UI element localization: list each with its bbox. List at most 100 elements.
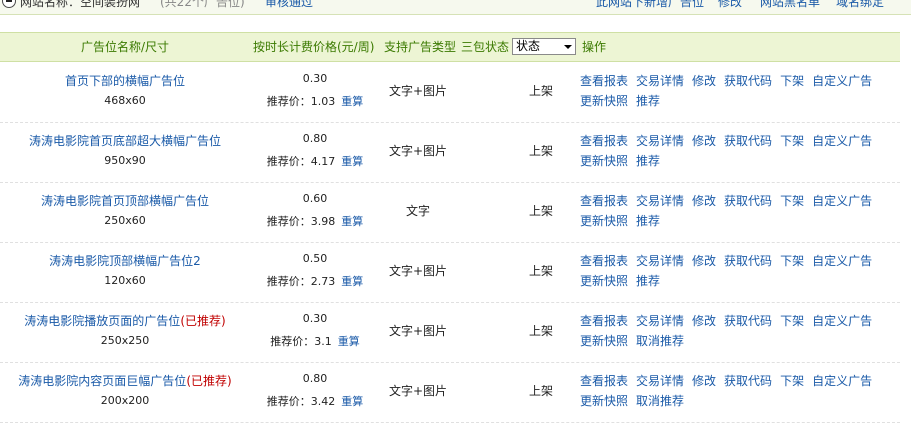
recommend-link[interactable]: 推荐	[636, 154, 660, 168]
status-select[interactable]: 状态	[512, 38, 576, 55]
get-code-link[interactable]: 获取代码	[724, 74, 772, 88]
recalc-link[interactable]: 重算	[341, 395, 363, 408]
recalc-link[interactable]: 重算	[341, 155, 363, 168]
edit-site-link[interactable]: 修改	[718, 0, 742, 9]
take-down-link[interactable]: 下架	[780, 194, 804, 208]
trade-detail-link[interactable]: 交易详情	[636, 74, 684, 88]
view-report-link[interactable]: 查看报表	[580, 194, 628, 208]
update-snapshot-link[interactable]: 更新快照	[580, 274, 628, 288]
ad-slot-size: 950x90	[104, 154, 146, 167]
recommend-link[interactable]: 推荐	[636, 214, 660, 228]
ad-slot-name-link[interactable]: 涛涛电影院首页底部超大横幅广告位	[0, 132, 250, 149]
trade-detail-link[interactable]: 交易详情	[636, 194, 684, 208]
ad-slot-size: 250x250	[100, 334, 150, 347]
get-code-link[interactable]: 获取代码	[724, 194, 772, 208]
collapse-minus-icon[interactable]	[2, 0, 16, 8]
ad-type: 文字+图片	[388, 144, 448, 158]
custom-ad-link[interactable]: 自定义广告	[812, 254, 872, 268]
ad-slot-size: 468x60	[104, 94, 146, 107]
recommended-price: 推荐价：3.98 重算	[266, 215, 364, 228]
table-row: 涛涛电影院首页底部超大横幅广告位 950x90 0.80 推荐价：4.17 重算 …	[0, 122, 900, 183]
take-down-link[interactable]: 下架	[780, 134, 804, 148]
price: 0.60	[302, 192, 328, 205]
status: 上架	[528, 324, 553, 338]
ad-type: 文字+图片	[388, 324, 448, 338]
ad-type: 文字	[405, 204, 430, 218]
view-report-link[interactable]: 查看报表	[580, 134, 628, 148]
custom-ad-link[interactable]: 自定义广告	[812, 134, 872, 148]
ad-slot-name-link[interactable]: 首页下部的横幅广告位	[0, 72, 250, 89]
custom-ad-link[interactable]: 自定义广告	[812, 314, 872, 328]
operations: 查看报表 交易详情 修改 获取代码 下架 自定义广告 更新快照 推荐	[580, 71, 900, 111]
table-row: 涛涛电影院播放页面的广告位(已推荐) 250x250 0.30 推荐价：3.1 重…	[0, 302, 900, 363]
price: 0.80	[302, 132, 328, 145]
trade-detail-link[interactable]: 交易详情	[636, 254, 684, 268]
site-blacklist-link[interactable]: 网站黑名单	[760, 0, 820, 9]
update-snapshot-link[interactable]: 更新快照	[580, 394, 628, 408]
take-down-link[interactable]: 下架	[780, 254, 804, 268]
table-header: 广告位名称/尺寸 按时长计费价格(元/周) 支持广告类型 三包状态 状态 操作	[0, 32, 900, 62]
status-select-value: 状态	[516, 39, 541, 53]
recommend-link[interactable]: 推荐	[636, 94, 660, 108]
ad-slot-size: 250x60	[104, 214, 146, 227]
col-price: 按时长计费价格(元/周)	[253, 40, 375, 54]
table-row: 涛涛电影院首页顶部横幅广告位 250x60 0.60 推荐价：3.98 重算 文字…	[0, 182, 900, 243]
take-down-link[interactable]: 下架	[780, 314, 804, 328]
update-snapshot-link[interactable]: 更新快照	[580, 154, 628, 168]
add-ad-slot-link[interactable]: 此网站下新增广告位	[596, 0, 704, 9]
status: 上架	[528, 144, 553, 158]
edit-link[interactable]: 修改	[692, 314, 716, 328]
get-code-link[interactable]: 获取代码	[724, 254, 772, 268]
col-three: 三包状态	[461, 40, 510, 54]
col-type: 支持广告类型	[384, 40, 457, 54]
edit-link[interactable]: 修改	[692, 134, 716, 148]
edit-link[interactable]: 修改	[692, 194, 716, 208]
update-snapshot-link[interactable]: 更新快照	[580, 214, 628, 228]
get-code-link[interactable]: 获取代码	[724, 314, 772, 328]
trade-detail-link[interactable]: 交易详情	[636, 314, 684, 328]
view-report-link[interactable]: 查看报表	[580, 374, 628, 388]
custom-ad-link[interactable]: 自定义广告	[812, 194, 872, 208]
price: 0.30	[302, 72, 328, 85]
site-bar: 网站名称：空间装扮网 (共22个广告位) 审核通过 此网站下新增广告位 修改 网…	[0, 0, 911, 15]
trade-detail-link[interactable]: 交易详情	[636, 134, 684, 148]
operations: 查看报表 交易详情 修改 获取代码 下架 自定义广告 更新快照 取消推荐	[580, 311, 900, 351]
recalc-link[interactable]: 重算	[341, 275, 363, 288]
recommend-link[interactable]: 推荐	[636, 274, 660, 288]
price: 0.50	[302, 252, 328, 265]
ad-slot-size: 120x60	[104, 274, 146, 287]
recalc-link[interactable]: 重算	[341, 215, 363, 228]
edit-link[interactable]: 修改	[692, 374, 716, 388]
get-code-link[interactable]: 获取代码	[724, 374, 772, 388]
trade-detail-link[interactable]: 交易详情	[636, 374, 684, 388]
recalc-link[interactable]: 重算	[338, 335, 360, 348]
view-report-link[interactable]: 查看报表	[580, 254, 628, 268]
take-down-link[interactable]: 下架	[780, 374, 804, 388]
update-snapshot-link[interactable]: 更新快照	[580, 334, 628, 348]
ad-type: 文字+图片	[388, 84, 448, 98]
ad-slot-name-link[interactable]: 涛涛电影院首页顶部横幅广告位	[0, 192, 250, 209]
view-report-link[interactable]: 查看报表	[580, 74, 628, 88]
domain-binding-link[interactable]: 域名绑定	[836, 0, 884, 9]
status: 上架	[528, 264, 553, 278]
take-down-link[interactable]: 下架	[780, 74, 804, 88]
col-operations: 操作	[582, 40, 607, 54]
price: 0.30	[302, 312, 328, 325]
table-row: 涛涛电影院顶部横幅广告位2 120x60 0.50 推荐价：2.73 重算 文字+…	[0, 242, 900, 303]
get-code-link[interactable]: 获取代码	[724, 134, 772, 148]
ad-slot-name-link[interactable]: 涛涛电影院内容页面巨幅广告位(已推荐)	[0, 372, 250, 389]
custom-ad-link[interactable]: 自定义广告	[812, 374, 872, 388]
update-snapshot-link[interactable]: 更新快照	[580, 94, 628, 108]
edit-link[interactable]: 修改	[692, 254, 716, 268]
ad-slot-name-link[interactable]: 涛涛电影院播放页面的广告位(已推荐)	[0, 312, 250, 329]
custom-ad-link[interactable]: 自定义广告	[812, 74, 872, 88]
ad-slot-name-link[interactable]: 涛涛电影院顶部横幅广告位2	[0, 252, 250, 269]
ad-slot-count: (共22个广告位)	[160, 0, 245, 9]
ad-slot-size: 200x200	[100, 394, 150, 407]
view-report-link[interactable]: 查看报表	[580, 314, 628, 328]
cancel-recommend-link[interactable]: 取消推荐	[636, 394, 684, 408]
recalc-link[interactable]: 重算	[341, 95, 363, 108]
cancel-recommend-link[interactable]: 取消推荐	[636, 334, 684, 348]
operations: 查看报表 交易详情 修改 获取代码 下架 自定义广告 更新快照 推荐	[580, 251, 900, 291]
edit-link[interactable]: 修改	[692, 74, 716, 88]
